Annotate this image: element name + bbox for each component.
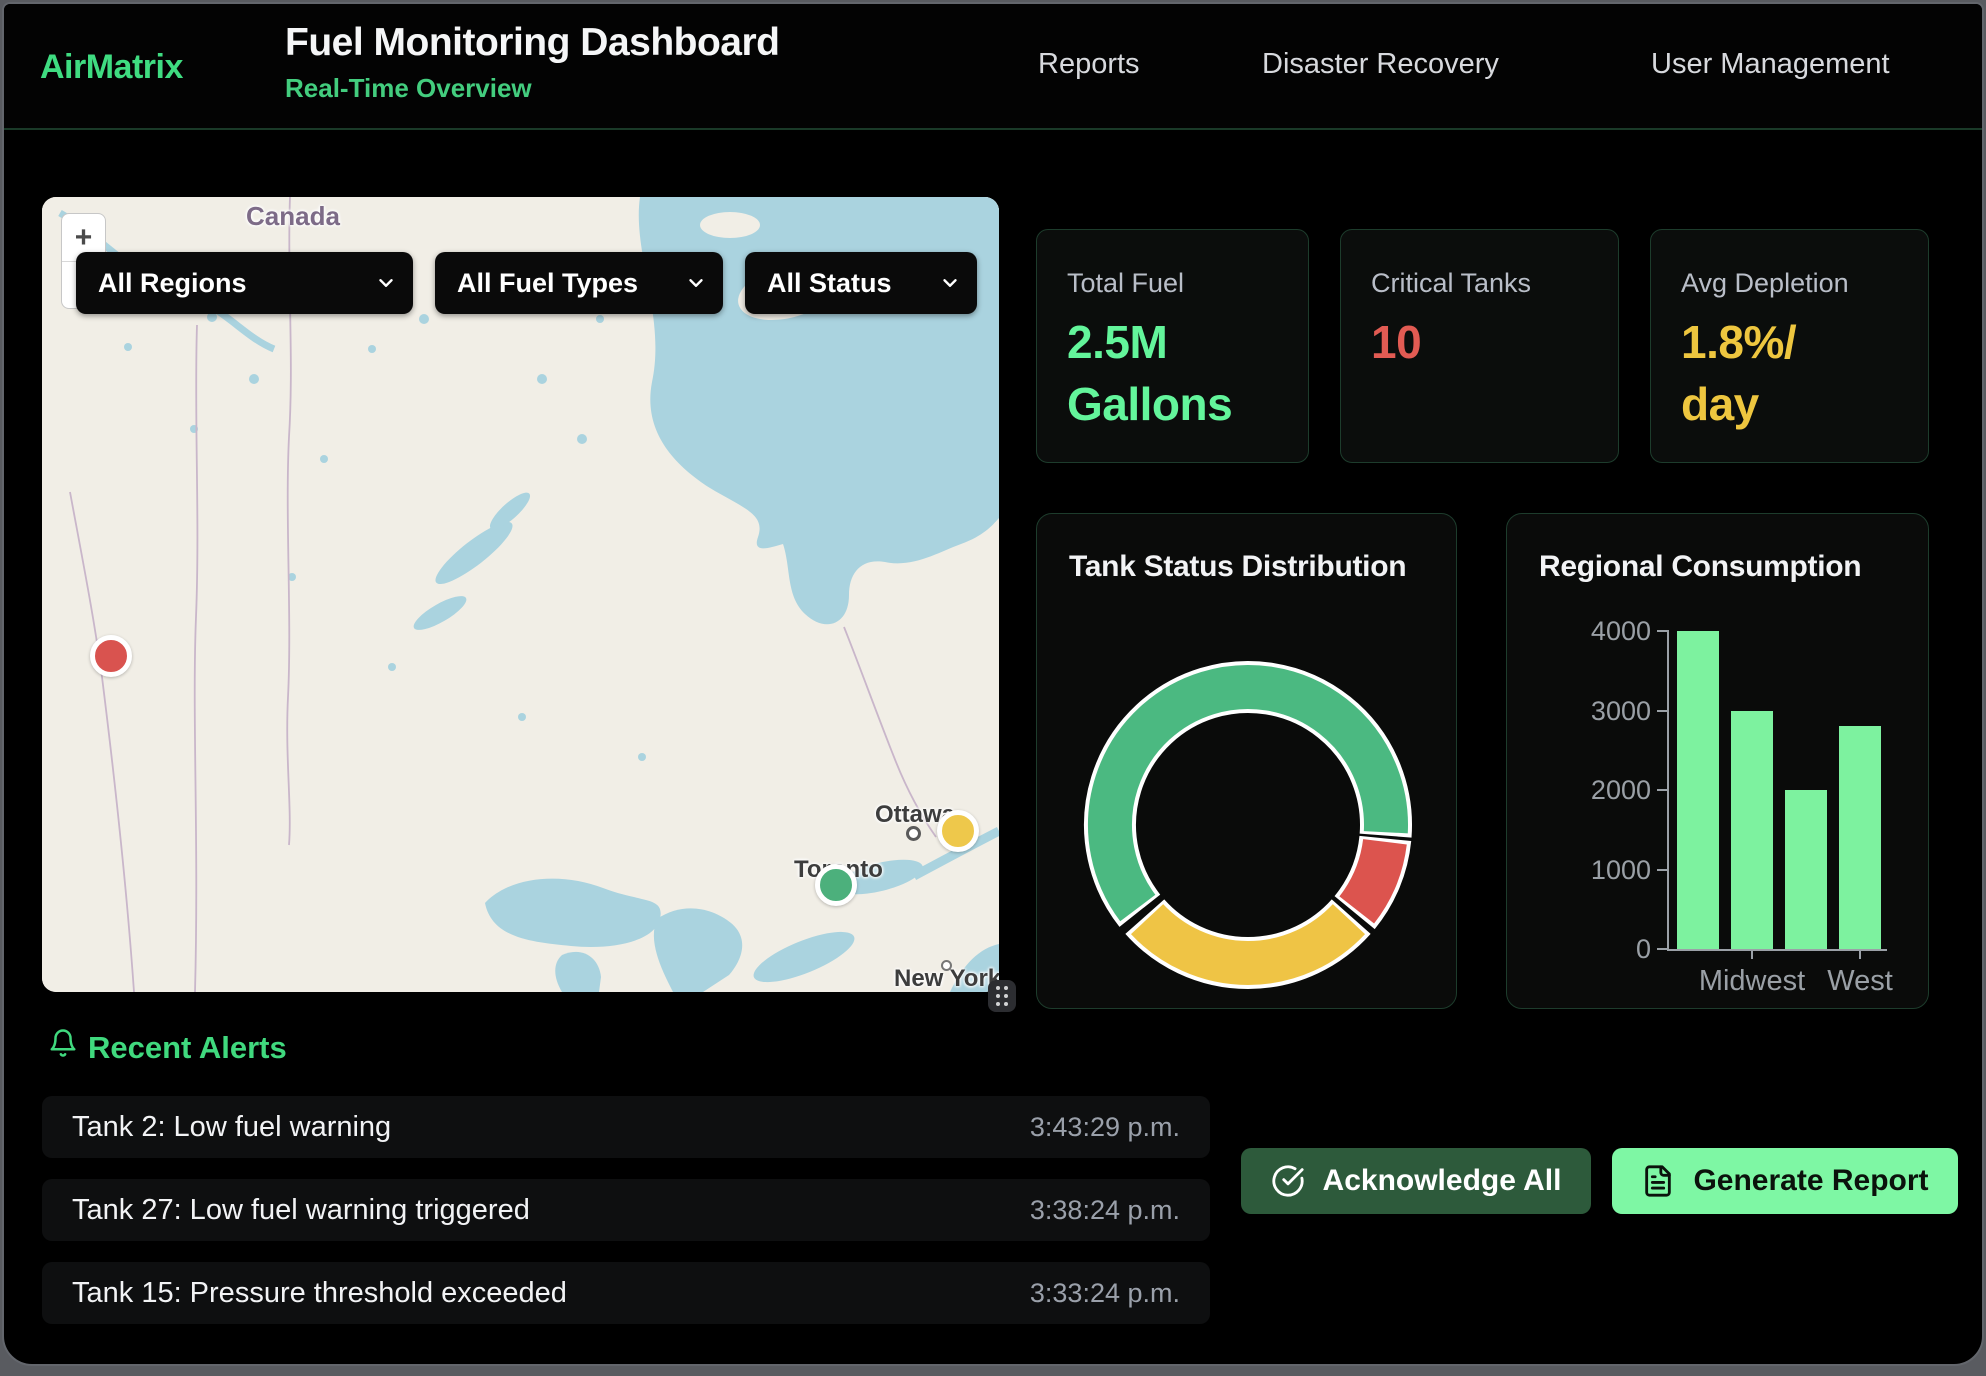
stat-label: Total Fuel xyxy=(1067,268,1278,299)
document-icon xyxy=(1641,1164,1675,1198)
alert-time: 3:38:24 p.m. xyxy=(1030,1195,1180,1226)
stat-card-avg-depletion: Avg Depletion 1.8%/ day xyxy=(1650,229,1929,463)
bell-icon xyxy=(48,1027,78,1059)
alert-time: 3:43:29 p.m. xyxy=(1030,1112,1180,1143)
chart-title: Regional Consumption xyxy=(1539,550,1861,584)
brand-logo: AirMatrix xyxy=(40,48,183,87)
alert-text: Tank 2: Low fuel warning xyxy=(72,1111,391,1144)
screen: AirMatrix Fuel Monitoring Dashboard Real… xyxy=(0,0,1986,1376)
y-axis-tick-label: 0 xyxy=(1577,934,1651,965)
tank-marker-normal[interactable] xyxy=(815,864,857,906)
y-axis-tick-label: 2000 xyxy=(1577,775,1651,806)
ottawa-city-dot xyxy=(906,826,921,841)
generate-report-label: Generate Report xyxy=(1693,1164,1928,1198)
stat-label: Critical Tanks xyxy=(1371,268,1588,299)
donut-segment-normal xyxy=(1110,687,1386,908)
generate-report-button[interactable]: Generate Report xyxy=(1612,1148,1958,1214)
chevron-down-icon xyxy=(685,272,707,294)
status-filter-value: All Status xyxy=(767,268,892,299)
stat-label: Avg Depletion xyxy=(1681,268,1898,299)
chevron-down-icon xyxy=(939,272,961,294)
alert-row[interactable]: Tank 2: Low fuel warning 3:43:29 p.m. xyxy=(42,1096,1210,1158)
stat-value-avg-depletion: 1.8%/ day xyxy=(1681,311,1898,435)
status-filter-select[interactable]: All Status xyxy=(745,252,977,314)
x-axis-tick-mark xyxy=(1751,949,1753,959)
bar-West xyxy=(1839,726,1881,949)
y-axis-tick-mark xyxy=(1657,630,1669,632)
nav-item-user-management[interactable]: User Management xyxy=(1651,48,1890,81)
nav-item-disaster-recovery[interactable]: Disaster Recovery xyxy=(1262,48,1499,81)
y-axis-tick-label: 3000 xyxy=(1577,696,1651,727)
map-filters: All Regions All Fuel Types All Status xyxy=(76,252,977,314)
alert-text: Tank 27: Low fuel warning triggered xyxy=(72,1194,530,1227)
alert-row[interactable]: Tank 15: Pressure threshold exceeded 3:3… xyxy=(42,1262,1210,1324)
y-axis-tick-mark xyxy=(1657,948,1669,950)
y-axis-tick-label: 1000 xyxy=(1577,855,1651,886)
acknowledge-all-label: Acknowledge All xyxy=(1323,1164,1562,1198)
region-filter-select[interactable]: All Regions xyxy=(76,252,413,314)
x-axis-tick-label: West xyxy=(1780,965,1940,998)
page-title: Fuel Monitoring Dashboard xyxy=(285,21,779,65)
map-label-canada: Canada xyxy=(238,201,348,232)
alert-text: Tank 15: Pressure threshold exceeded xyxy=(72,1277,567,1310)
nav-item-reports[interactable]: Reports xyxy=(1038,48,1140,81)
stat-value-critical-tanks: 10 xyxy=(1371,311,1588,373)
tank-status-distribution-card: Tank Status Distribution xyxy=(1036,513,1457,1009)
fuel-type-filter-value: All Fuel Types xyxy=(457,268,638,299)
fuel-type-filter-select[interactable]: All Fuel Types xyxy=(435,252,723,314)
bar-col1 xyxy=(1677,631,1719,949)
alert-time: 3:33:24 p.m. xyxy=(1030,1278,1180,1309)
map-resize-handle[interactable] xyxy=(988,980,1016,1012)
stat-value-total-fuel: 2.5M Gallons xyxy=(1067,311,1278,435)
bar-Midwest xyxy=(1731,711,1773,950)
dashboard-app: AirMatrix Fuel Monitoring Dashboard Real… xyxy=(2,2,1984,1366)
app-header: AirMatrix Fuel Monitoring Dashboard Real… xyxy=(4,4,1982,130)
check-circle-icon xyxy=(1271,1164,1305,1198)
regional-consumption-bar-chart: 01000200030004000MidwestWest xyxy=(1667,631,1887,951)
fuel-map[interactable]: Canada Ottawa Toronto New York + − All R… xyxy=(42,197,999,992)
donut-segment-critical xyxy=(1357,842,1385,910)
x-axis-tick-mark xyxy=(1859,949,1861,959)
recent-alerts-title: Recent Alerts xyxy=(88,1030,287,1066)
tank-marker-warning[interactable] xyxy=(937,810,979,852)
title-block: Fuel Monitoring Dashboard Real-Time Over… xyxy=(285,21,779,104)
region-filter-value: All Regions xyxy=(98,268,247,299)
acknowledge-all-button[interactable]: Acknowledge All xyxy=(1241,1148,1591,1214)
y-axis-tick-mark xyxy=(1657,789,1669,791)
page-subtitle: Real-Time Overview xyxy=(285,73,779,104)
stat-card-critical-tanks: Critical Tanks 10 xyxy=(1340,229,1619,463)
tank-status-donut-chart xyxy=(1037,514,1458,1010)
donut-segment-warning xyxy=(1147,919,1349,963)
bar-col3 xyxy=(1785,790,1827,949)
y-axis-tick-mark xyxy=(1657,869,1669,871)
chevron-down-icon xyxy=(375,272,397,294)
new-york-city-dot xyxy=(941,960,952,971)
regional-consumption-card: Regional Consumption 01000200030004000Mi… xyxy=(1506,513,1929,1009)
y-axis-tick-label: 4000 xyxy=(1577,616,1651,647)
y-axis-tick-mark xyxy=(1657,710,1669,712)
tank-marker-critical[interactable] xyxy=(90,635,132,677)
stat-card-total-fuel: Total Fuel 2.5M Gallons xyxy=(1036,229,1309,463)
alert-row[interactable]: Tank 27: Low fuel warning triggered 3:38… xyxy=(42,1179,1210,1241)
